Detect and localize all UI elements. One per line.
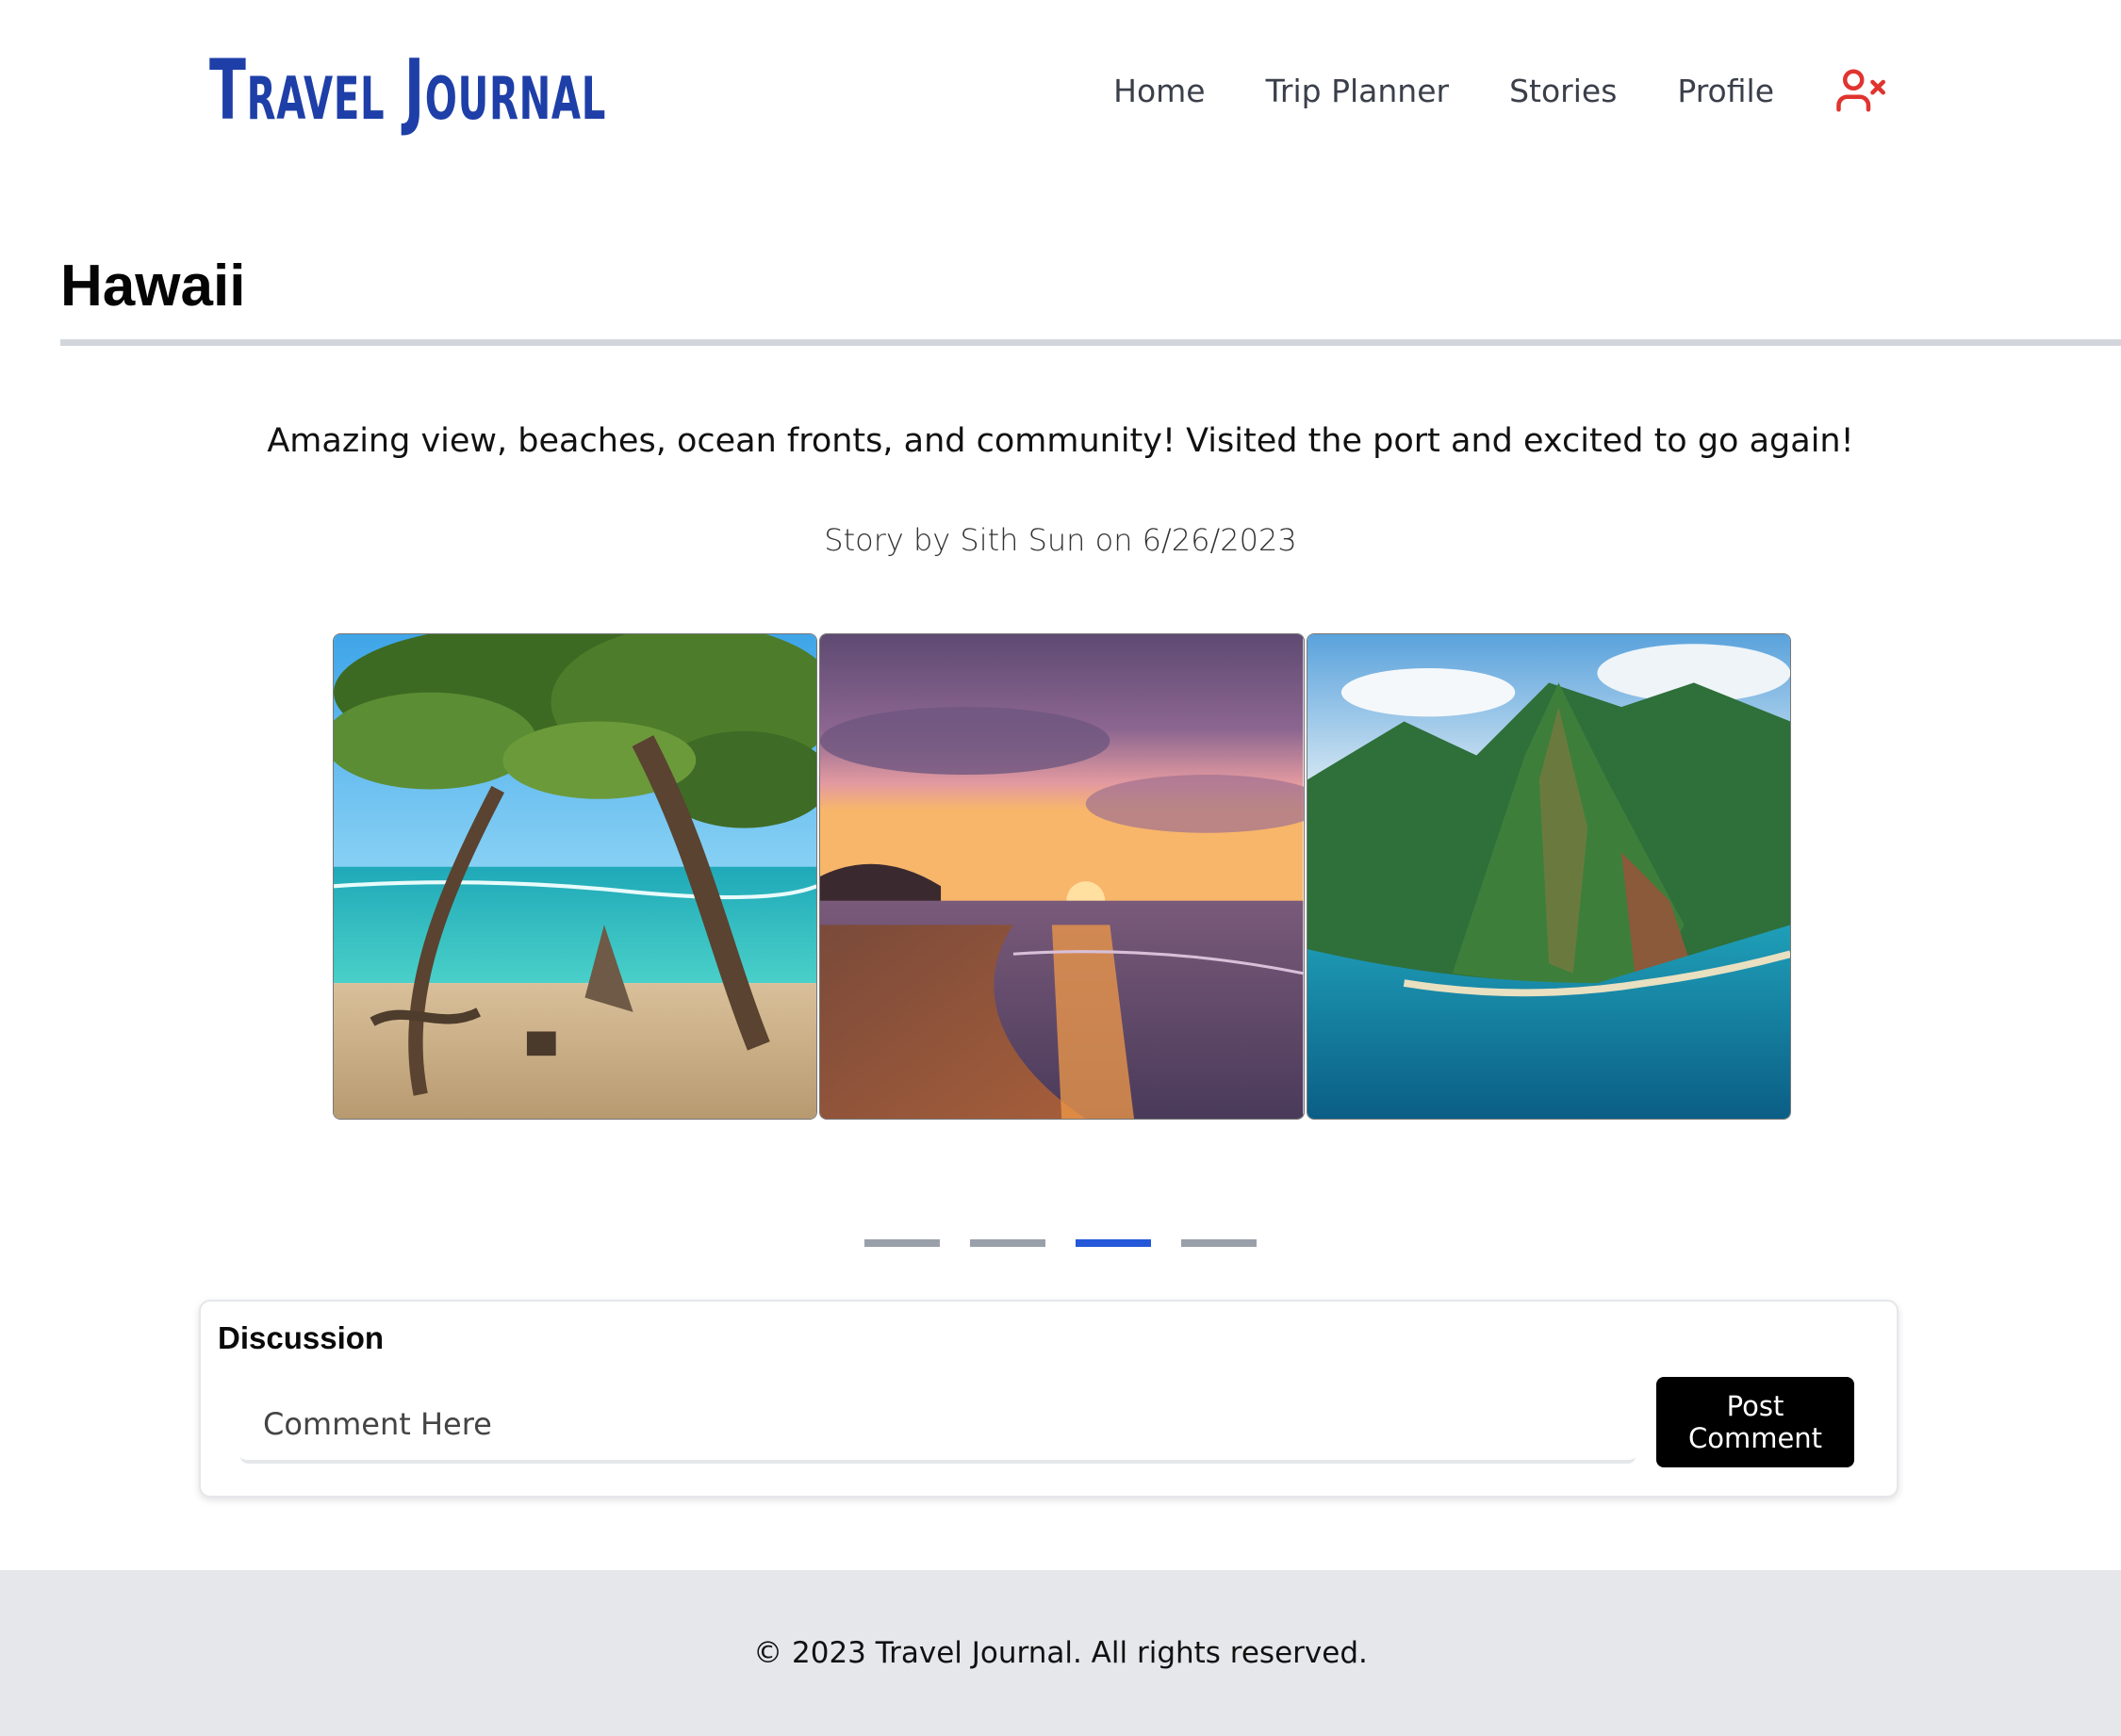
nav-stories-link[interactable]: Stories: [1509, 73, 1617, 109]
nav-profile-link[interactable]: Profile: [1677, 73, 1774, 109]
carousel-indicator[interactable]: [970, 1239, 1045, 1247]
site-logo[interactable]: Travel Journal: [209, 38, 606, 141]
copyright-text: © 2023 Travel Journal. All rights reserv…: [753, 1636, 1368, 1670]
page: Travel Journal Home Trip Planner Stories…: [0, 0, 2121, 1736]
post-comment-button[interactable]: Post Comment: [1656, 1377, 1854, 1467]
footer: © 2023 Travel Journal. All rights reserv…: [0, 1570, 2121, 1736]
title-divider: [60, 339, 2121, 346]
carousel-indicators: [0, 1239, 2121, 1247]
sunset-beach-photo[interactable]: [819, 633, 1305, 1120]
mountain-coast-photo[interactable]: [1306, 633, 1791, 1120]
carousel-indicator-active[interactable]: [1076, 1239, 1151, 1247]
main-nav: Home Trip Planner Stories Profile: [1053, 58, 1885, 123]
discussion-card: Discussion Post Comment: [199, 1300, 1899, 1498]
photo-carousel: [333, 633, 1791, 1120]
story-byline: Story by Sith Sun on 6/26/2023: [824, 522, 1297, 558]
beach-tree-photo[interactable]: [333, 633, 818, 1120]
carousel-indicator[interactable]: [864, 1239, 940, 1247]
carousel-indicator[interactable]: [1181, 1239, 1257, 1247]
nav-home-link[interactable]: Home: [1113, 73, 1205, 109]
story-title: Hawaii: [60, 254, 246, 319]
comment-input[interactable]: [240, 1388, 1636, 1464]
user-x-icon[interactable]: [1834, 65, 1885, 116]
nav-trip-planner-link[interactable]: Trip Planner: [1266, 73, 1449, 109]
story-description: Amazing view, beaches, ocean fronts, and…: [267, 422, 1854, 460]
discussion-heading: Discussion: [218, 1320, 385, 1355]
